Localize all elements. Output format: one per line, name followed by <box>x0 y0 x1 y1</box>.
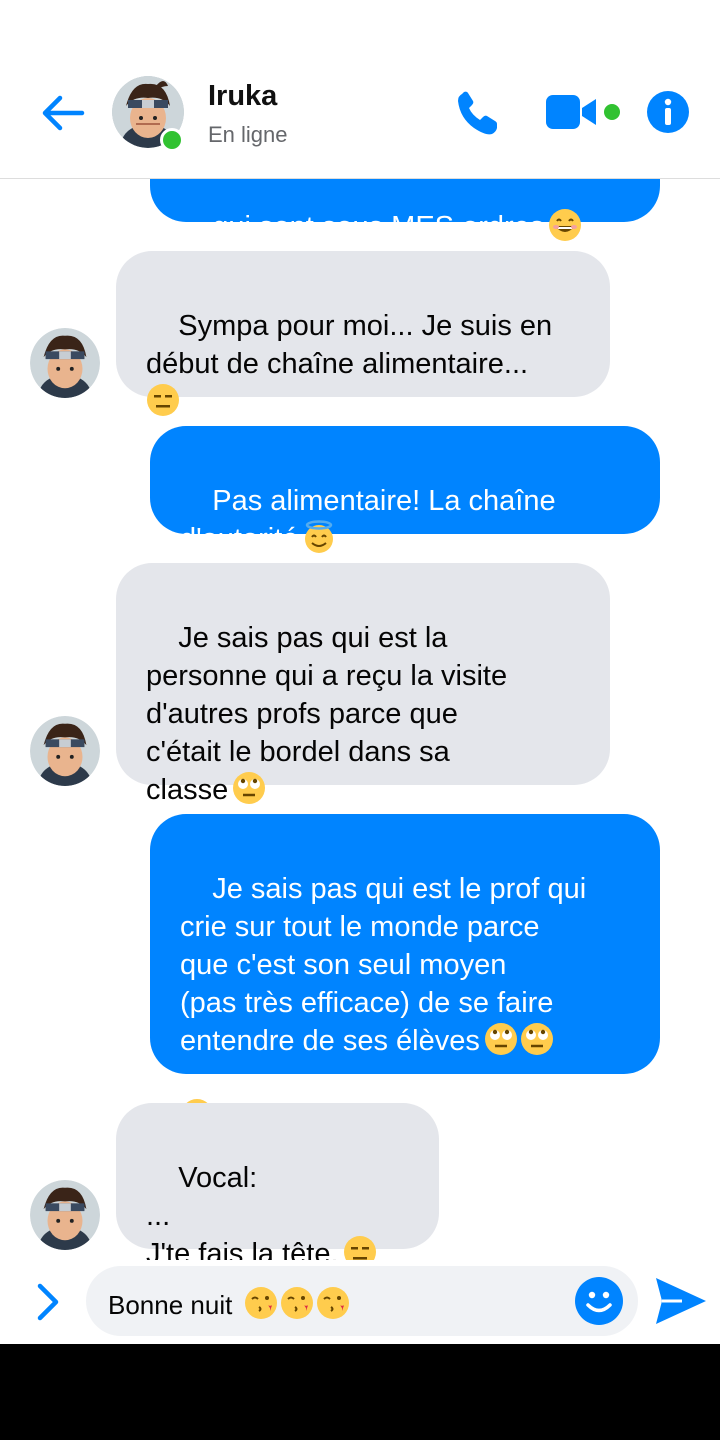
contact-avatar[interactable] <box>30 328 100 398</box>
message-text: qui sont sous MES ordres <box>212 211 545 243</box>
face-blowing-kiss-icon <box>280 1287 313 1319</box>
face-with-rolling-eyes-icon <box>520 1023 553 1055</box>
face-blowing-kiss-icon <box>316 1287 349 1319</box>
message-text: Pas alimentaire! La chaîne d'autorité <box>180 485 556 555</box>
contact-name[interactable]: Iruka <box>208 80 277 113</box>
message-text: Vocal: ... J'te fais la tête. <box>146 1162 339 1260</box>
video-active-dot <box>604 104 620 120</box>
back-arrow-icon[interactable] <box>40 90 86 136</box>
phone-icon[interactable] <box>452 88 502 138</box>
message-list[interactable]: qui sont sous MES ordres Sympa pour moi.… <box>0 178 720 1260</box>
contact-status: En ligne <box>208 122 288 147</box>
message-bubble-received[interactable]: Sympa pour moi... Je suis en début de ch… <box>116 251 610 416</box>
contact-avatar[interactable] <box>30 716 100 786</box>
video-camera-icon[interactable] <box>544 92 600 132</box>
message-bubble-sent[interactable]: Pas alimentaire! La chaîne d'autorité <box>150 426 660 555</box>
message-bubble-received[interactable]: Vocal: ... J'te fais la tête. <box>116 1103 439 1260</box>
message-bubble-received[interactable]: Je sais pas qui est la personne qui a re… <box>116 563 610 806</box>
message-bubble-sent[interactable]: Je sais pas qui est le prof qui crie sur… <box>150 814 660 1131</box>
smiling-face-with-halo-icon <box>305 520 334 553</box>
chat-header: Iruka En ligne <box>0 0 720 179</box>
face-blowing-kiss-icon <box>244 1287 277 1319</box>
message-text: Je sais pas qui est la personne qui a re… <box>146 622 508 806</box>
smiley-icon[interactable] <box>574 1276 624 1326</box>
message-input-value: Bonne nuit <box>108 1286 350 1321</box>
message-composer: Bonne nuit <box>0 1260 720 1344</box>
chevron-right-icon[interactable] <box>30 1280 66 1324</box>
face-with-rolling-eyes-icon <box>233 772 266 804</box>
contact-avatar[interactable] <box>30 1180 100 1250</box>
message-text: Sympa pour moi... Je suis en début de ch… <box>146 310 553 380</box>
info-icon[interactable] <box>646 90 690 134</box>
system-navigation-bar <box>0 1344 720 1440</box>
send-icon[interactable] <box>652 1274 708 1328</box>
grinning-face-icon <box>549 209 582 241</box>
expressionless-face-icon <box>343 1236 376 1260</box>
expressionless-face-icon <box>147 384 179 416</box>
message-bubble-sent[interactable]: qui sont sous MES ordres <box>150 178 660 243</box>
face-with-rolling-eyes-icon <box>484 1023 517 1055</box>
message-input[interactable]: Bonne nuit <box>86 1266 638 1336</box>
online-indicator <box>160 128 184 152</box>
